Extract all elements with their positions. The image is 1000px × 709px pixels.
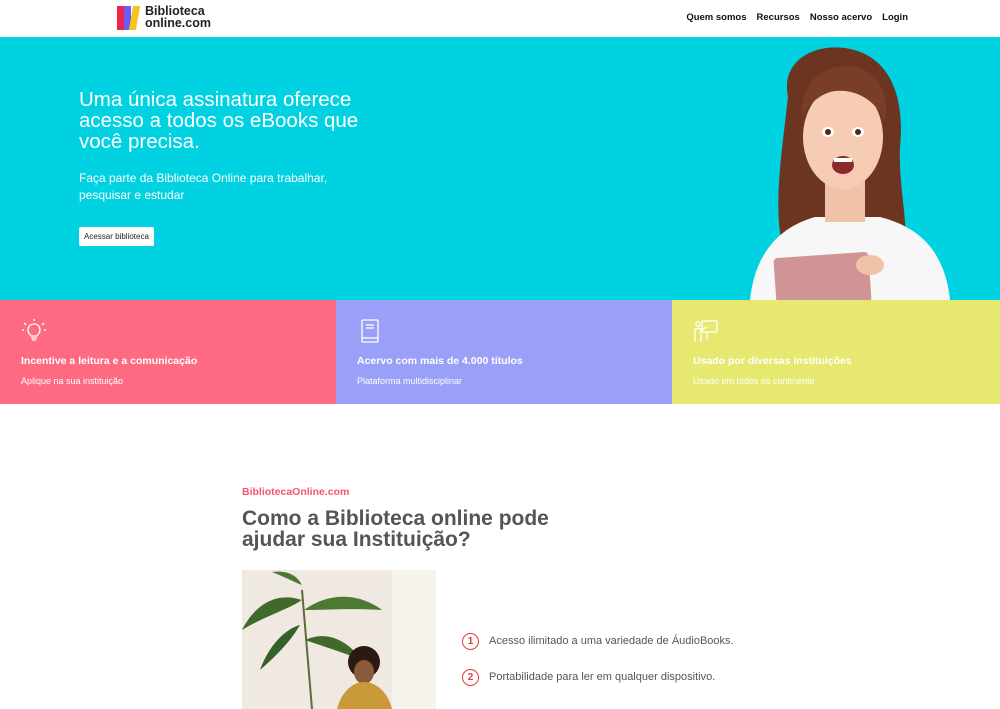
- section-kicker: BibliotecaOnline.com: [242, 486, 350, 498]
- feature-card-reading: Incentive a leitura e a comunicação Apli…: [0, 300, 336, 404]
- list-item-text: Acesso ilimitado a uma variedade de Áudi…: [489, 635, 734, 647]
- number-badge: 2: [462, 668, 479, 686]
- nav-recursos[interactable]: Recursos: [757, 12, 800, 23]
- nav-quem-somos[interactable]: Quem somos: [686, 12, 746, 23]
- feature-card-institutions: Usado por diversas instituições Usado em…: [672, 300, 1000, 404]
- number-badge: 1: [462, 632, 479, 650]
- logo[interactable]: Biblioteca online.com: [117, 4, 211, 30]
- list-item-text: Portabilidade para ler em qualquer dispo…: [489, 671, 716, 683]
- feature-title: Usado por diversas instituições: [693, 355, 852, 367]
- section-title: Como a Biblioteca online pode ajudar sua…: [242, 507, 549, 551]
- hero-title: Uma única assinatura oferece acesso a to…: [79, 88, 359, 153]
- site-header: Biblioteca online.com Quem somos Recurso…: [0, 0, 1000, 37]
- feature-subtitle: Usado em todos os continente: [693, 376, 815, 386]
- feature-subtitle: Plataforma multidisciplinar: [357, 376, 463, 386]
- nav-login[interactable]: Login: [882, 12, 908, 23]
- presentation-icon: [694, 320, 718, 342]
- access-library-button[interactable]: Acessar biblioteca: [79, 227, 154, 246]
- hero-section: Uma única assinatura oferece acesso a to…: [0, 37, 1000, 300]
- list-item: 1 Acesso ilimitado a uma variedade de Áu…: [462, 632, 734, 650]
- lightbulb-icon: [22, 319, 46, 341]
- nav-nosso-acervo[interactable]: Nosso acervo: [810, 12, 872, 23]
- student-photo: [242, 570, 436, 709]
- benefits-list: 1 Acesso ilimitado a uma variedade de Áu…: [462, 632, 734, 704]
- feature-title: Acervo com mais de 4.000 títulos: [357, 355, 523, 367]
- feature-title: Incentive a leitura e a comunicação: [21, 355, 198, 367]
- logo-line-2: online.com: [145, 16, 211, 30]
- main-nav: Quem somos Recursos Nosso acervo Login: [686, 12, 908, 23]
- list-item: 2 Portabilidade para ler em qualquer dis…: [462, 668, 734, 686]
- hero-woman-image: [750, 47, 950, 300]
- book-icon: [361, 319, 379, 343]
- feature-card-collection: Acervo com mais de 4.000 títulos Platafo…: [336, 300, 672, 404]
- logo-icon: [117, 4, 141, 30]
- hero-subtitle: Faça parte da Biblioteca Online para tra…: [79, 171, 328, 202]
- logo-text: Biblioteca online.com: [145, 5, 211, 30]
- features-strip: Incentive a leitura e a comunicação Apli…: [0, 300, 1000, 404]
- feature-subtitle: Aplique na sua instituição: [21, 376, 124, 386]
